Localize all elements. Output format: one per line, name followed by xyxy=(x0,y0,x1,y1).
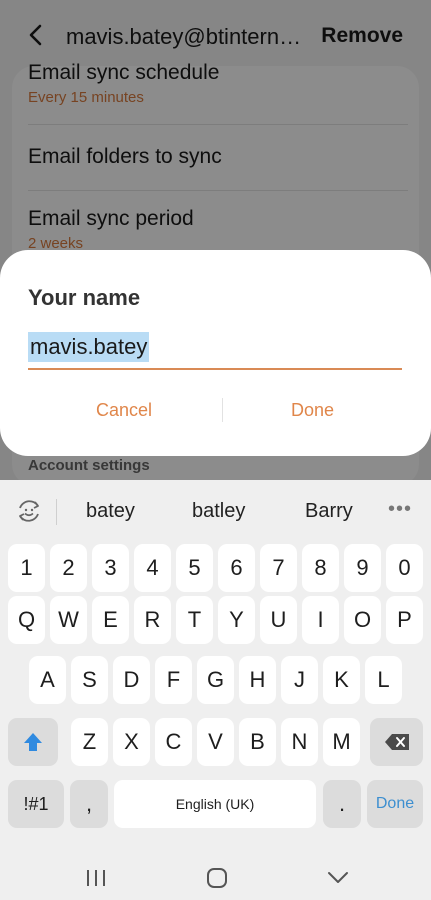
key-5[interactable]: 5 xyxy=(176,544,213,592)
key-6[interactable]: 6 xyxy=(218,544,255,592)
comma-key[interactable]: , xyxy=(70,780,108,828)
emoji-refresh-icon[interactable] xyxy=(14,496,44,526)
key-0[interactable]: 0 xyxy=(386,544,423,592)
button-divider xyxy=(222,398,223,422)
done-button[interactable]: Done xyxy=(291,400,334,421)
key-t[interactable]: T xyxy=(176,596,213,644)
key-v[interactable]: V xyxy=(197,718,234,766)
system-nav-bar xyxy=(0,838,431,900)
key-z[interactable]: Z xyxy=(71,718,108,766)
suggestion-1[interactable]: batey xyxy=(86,500,135,523)
backspace-key[interactable] xyxy=(370,718,423,766)
keyboard: batey batley Barry ••• 1 2 3 4 5 6 7 8 9… xyxy=(0,480,431,900)
cancel-button[interactable]: Cancel xyxy=(96,400,152,421)
space-key[interactable]: English (UK) xyxy=(114,780,316,828)
suggestion-2[interactable]: batley xyxy=(192,500,245,523)
key-3[interactable]: 3 xyxy=(92,544,129,592)
suggestion-3[interactable]: Barry xyxy=(305,500,353,523)
name-input-value[interactable]: mavis.batey xyxy=(28,332,150,362)
more-suggestions-icon[interactable]: ••• xyxy=(388,498,412,521)
your-name-dialog: Your name mavis.batey Cancel Done xyxy=(0,250,431,456)
backspace-icon xyxy=(384,734,409,750)
key-m[interactable]: M xyxy=(323,718,360,766)
key-k[interactable]: K xyxy=(323,656,360,704)
key-q[interactable]: Q xyxy=(8,596,45,644)
key-o[interactable]: O xyxy=(344,596,381,644)
shift-arrow-icon xyxy=(24,733,42,751)
key-2[interactable]: 2 xyxy=(50,544,87,592)
period-key[interactable]: . xyxy=(323,780,361,828)
key-d[interactable]: D xyxy=(113,656,150,704)
chevron-down-icon[interactable] xyxy=(326,870,350,886)
name-input[interactable]: mavis.batey xyxy=(28,330,402,370)
shift-key[interactable] xyxy=(8,718,58,766)
key-p[interactable]: P xyxy=(386,596,423,644)
key-e[interactable]: E xyxy=(92,596,129,644)
key-h[interactable]: H xyxy=(239,656,276,704)
home-icon[interactable] xyxy=(205,867,229,889)
key-4[interactable]: 4 xyxy=(134,544,171,592)
key-c[interactable]: C xyxy=(155,718,192,766)
key-y[interactable]: Y xyxy=(218,596,255,644)
key-s[interactable]: S xyxy=(71,656,108,704)
key-r[interactable]: R xyxy=(134,596,171,644)
enter-done-key[interactable]: Done xyxy=(367,780,423,828)
key-n[interactable]: N xyxy=(281,718,318,766)
key-u[interactable]: U xyxy=(260,596,297,644)
key-i[interactable]: I xyxy=(302,596,339,644)
key-8[interactable]: 8 xyxy=(302,544,339,592)
dialog-title: Your name xyxy=(28,285,141,310)
key-9[interactable]: 9 xyxy=(344,544,381,592)
key-a[interactable]: A xyxy=(29,656,66,704)
key-b[interactable]: B xyxy=(239,718,276,766)
suggestion-divider xyxy=(56,499,57,525)
key-7[interactable]: 7 xyxy=(260,544,297,592)
key-w[interactable]: W xyxy=(50,596,87,644)
key-x[interactable]: X xyxy=(113,718,150,766)
recents-icon[interactable] xyxy=(85,868,107,888)
key-j[interactable]: J xyxy=(281,656,318,704)
key-g[interactable]: G xyxy=(197,656,234,704)
suggestion-bar: batey batley Barry ••• xyxy=(0,480,431,542)
key-l[interactable]: L xyxy=(365,656,402,704)
key-f[interactable]: F xyxy=(155,656,192,704)
symbols-key[interactable]: !#1 xyxy=(8,780,64,828)
key-1[interactable]: 1 xyxy=(8,544,45,592)
